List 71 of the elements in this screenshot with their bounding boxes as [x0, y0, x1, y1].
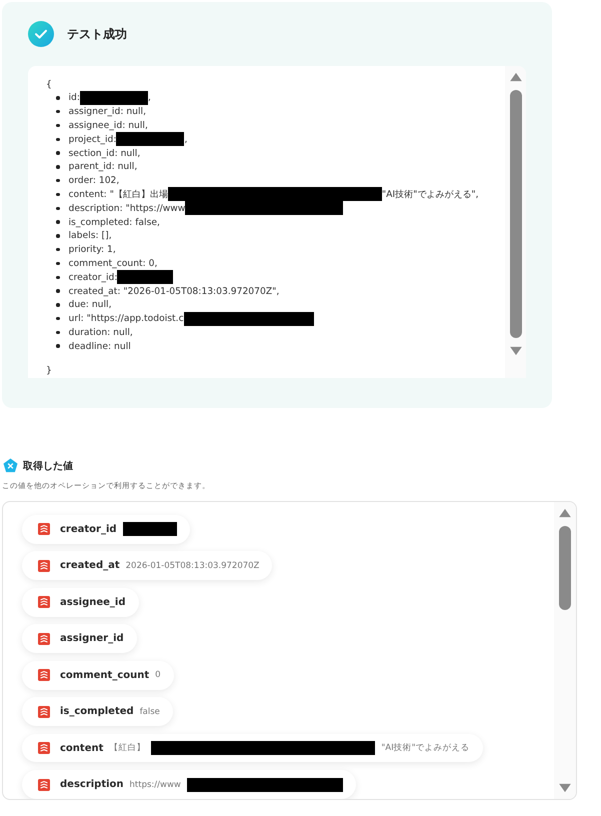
json-field: content: "【紅白】出場	[68, 188, 168, 201]
bullet-icon	[56, 165, 60, 169]
json-field: url: "https://app.todoist.c	[68, 313, 184, 324]
scrollbar[interactable]	[505, 66, 526, 378]
bullet-icon	[56, 234, 60, 238]
json-brace: }	[46, 364, 53, 378]
bullet-icon	[56, 178, 60, 182]
value-chip[interactable]: assignee_id	[22, 588, 139, 617]
scrollbar-thumb[interactable]	[559, 526, 571, 610]
stacked-lines-icon	[38, 742, 50, 754]
value-chip[interactable]: creator_id	[22, 515, 190, 544]
stacked-lines-icon	[38, 706, 50, 718]
bullet-icon	[56, 289, 60, 293]
variable-icon	[3, 458, 18, 473]
bullet-icon	[56, 276, 60, 279]
json-field: assigner_id: null,	[68, 106, 146, 118]
stacked-lines-icon	[38, 632, 50, 645]
json-field: id:	[68, 92, 80, 104]
stacked-lines-icon	[38, 560, 50, 572]
scroll-down-icon[interactable]	[558, 783, 572, 793]
json-field: description: "https://www	[68, 202, 186, 214]
bullet-icon	[56, 220, 60, 224]
json-field: deadline: null	[68, 340, 131, 352]
bullet-icon	[56, 248, 60, 252]
section-title: 取得した値	[23, 460, 73, 472]
scroll-up-icon[interactable]	[508, 72, 522, 82]
bullet-icon	[56, 206, 60, 210]
stacked-lines-icon	[38, 523, 50, 536]
bullet-icon	[56, 303, 60, 307]
json-field: is_completed: false,	[68, 216, 160, 228]
value-chip[interactable]: description https://www	[22, 770, 356, 799]
check-circle-icon	[28, 21, 54, 47]
json-field: duration: null,	[68, 326, 133, 338]
bullet-icon	[56, 96, 60, 100]
bullet-icon	[56, 330, 60, 334]
json-field: due: null,	[68, 299, 112, 310]
bullet-icon	[56, 110, 60, 114]
json-field: created_at: "2026-01-05T08:13:03.972070Z",	[68, 286, 280, 297]
json-field-tail: "AI技術"でよみがえる",	[382, 188, 479, 201]
bullet-icon	[56, 262, 60, 266]
value-chip[interactable]: comment_count 0	[22, 660, 174, 690]
scrollbar-thumb[interactable]	[510, 90, 522, 338]
json-field: assignee_id: null,	[68, 120, 148, 131]
json-field: labels: [],	[68, 230, 112, 242]
scroll-up-icon[interactable]	[558, 508, 572, 518]
bullet-icon	[56, 192, 60, 196]
bullet-icon	[56, 316, 60, 320]
json-field: parent_id: null,	[68, 161, 138, 172]
scroll-down-icon[interactable]	[508, 346, 522, 356]
bullet-icon	[56, 124, 60, 128]
bullet-icon	[56, 138, 60, 142]
json-field-tail: ,	[148, 92, 151, 104]
value-chip[interactable]: is_completed false	[22, 697, 173, 726]
value-chip[interactable]: content 【紅白】 "AI技術"でよみがえる	[22, 734, 483, 762]
value-chip[interactable]: created_at 2026-01-05T08:13:03.972070Z	[22, 551, 272, 580]
json-brace: {	[46, 78, 53, 91]
stacked-lines-icon	[38, 669, 50, 682]
status-title: テスト成功	[67, 26, 127, 42]
json-field: creator_id:	[68, 272, 118, 283]
json-field: project_id:	[68, 134, 116, 145]
scrollbar[interactable]	[554, 502, 576, 799]
json-field: comment_count: 0,	[68, 258, 158, 269]
json-field: priority: 1,	[68, 244, 116, 256]
stacked-lines-icon	[38, 778, 50, 791]
bullet-icon	[56, 344, 60, 348]
bullet-icon	[56, 151, 60, 155]
stacked-lines-icon	[38, 596, 50, 608]
json-field: order: 102,	[68, 175, 120, 186]
json-field-tail: ,	[184, 134, 188, 145]
value-chip[interactable]: assigner_id	[22, 624, 137, 654]
json-field: section_id: null,	[68, 148, 140, 159]
